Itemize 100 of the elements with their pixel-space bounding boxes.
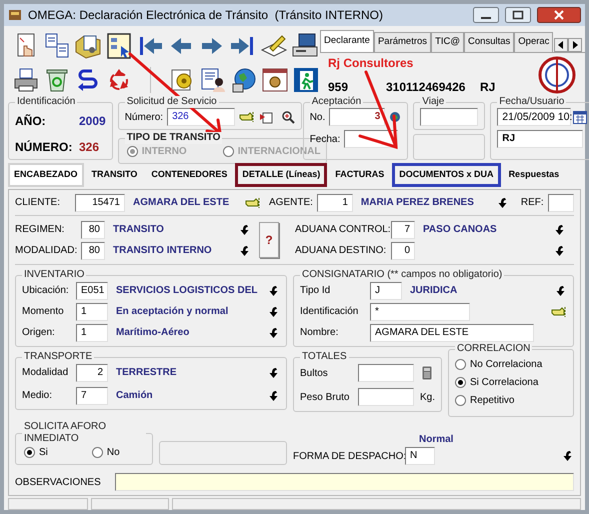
field-label: Origen: bbox=[22, 326, 56, 340]
down-arrow-icon[interactable] bbox=[268, 366, 280, 378]
tab[interactable]: Consultas bbox=[464, 32, 514, 52]
field-description: AGMARA DEL ESTE bbox=[133, 196, 230, 210]
group-title: CONSIGNATARIO (** campos no obligatorio) bbox=[300, 269, 504, 281]
radio-label: Si Correlaciona bbox=[470, 376, 538, 390]
input-field[interactable]: 80 bbox=[81, 242, 105, 260]
radio-button[interactable] bbox=[455, 359, 466, 370]
input-field[interactable]: * bbox=[370, 302, 470, 320]
calendar-icon[interactable] bbox=[573, 110, 588, 124]
input-field[interactable]: E051 bbox=[76, 282, 108, 300]
tab[interactable]: Respuestas bbox=[502, 163, 566, 187]
input-field[interactable]: N bbox=[405, 447, 435, 465]
minimize-button[interactable] bbox=[473, 7, 499, 23]
company-code: 959 bbox=[328, 78, 350, 96]
field-label: AGENTE: bbox=[269, 196, 313, 210]
scroll-right-button[interactable] bbox=[568, 38, 582, 52]
field-description: En aceptación y normal bbox=[116, 305, 230, 319]
field-description: MARIA PEREZ BRENES bbox=[360, 196, 475, 210]
input-field[interactable]: 2 bbox=[76, 364, 108, 382]
input-field[interactable]: 21/05/2009 10: bbox=[497, 108, 572, 126]
input-field[interactable] bbox=[358, 364, 414, 382]
input-field[interactable] bbox=[548, 194, 574, 212]
hand-pointer-icon[interactable] bbox=[239, 111, 256, 123]
input-field[interactable]: 1 bbox=[316, 194, 353, 212]
field-description: PASO CANOAS bbox=[423, 223, 498, 237]
hand-pointer-icon[interactable] bbox=[551, 306, 567, 318]
tab[interactable]: ENCABEZADO bbox=[8, 163, 84, 187]
globe-icon[interactable] bbox=[389, 111, 402, 123]
radio-button[interactable] bbox=[455, 377, 466, 388]
input-field[interactable]: 3 bbox=[329, 108, 386, 126]
radio-label: No Correlaciona bbox=[470, 358, 542, 372]
tab[interactable]: Parámetros bbox=[374, 32, 432, 52]
input-field[interactable]: 80 bbox=[81, 220, 105, 238]
tab[interactable]: DOCUMENTOS x DUA bbox=[392, 163, 501, 187]
down-arrow-icon[interactable] bbox=[555, 284, 567, 296]
field-label: Medio: bbox=[22, 389, 54, 403]
input-field[interactable]: 1 bbox=[76, 302, 108, 320]
document-arrow-icon[interactable] bbox=[259, 110, 274, 124]
field-description: SERVICIOS LOGISTICOS DEL bbox=[116, 284, 259, 298]
tab[interactable]: TRANSITO bbox=[86, 163, 144, 187]
input-field[interactable] bbox=[420, 108, 478, 126]
field-description: TRANSITO bbox=[113, 223, 165, 237]
tab[interactable]: Operac bbox=[514, 32, 554, 52]
group-title: Aceptación bbox=[310, 96, 364, 108]
tab[interactable]: DETALLE (Líneas) bbox=[235, 163, 328, 187]
exit-icon[interactable] bbox=[292, 66, 320, 94]
field-label: Peso Bruto bbox=[300, 390, 350, 404]
globe-icon[interactable] bbox=[230, 66, 258, 94]
down-arrow-icon[interactable] bbox=[554, 244, 566, 256]
down-arrow-icon[interactable] bbox=[239, 224, 251, 236]
tab[interactable]: Declarante bbox=[320, 30, 374, 52]
input-field[interactable]: 1 bbox=[76, 324, 108, 342]
company-name: Rj Consultores bbox=[328, 54, 414, 72]
scroll-left-button[interactable] bbox=[554, 38, 568, 52]
input-field[interactable]: 7 bbox=[391, 220, 415, 238]
radio-label: Si bbox=[39, 446, 48, 460]
input-field[interactable]: 326 bbox=[167, 108, 236, 126]
help-button[interactable]: ? bbox=[259, 222, 279, 258]
field-label: Fecha: bbox=[310, 132, 340, 146]
tab[interactable]: TIC@ bbox=[431, 32, 464, 52]
documents-icon[interactable] bbox=[43, 32, 71, 60]
input-field[interactable]: 7 bbox=[76, 386, 108, 404]
tab[interactable]: FACTURAS bbox=[329, 163, 390, 187]
document-person-icon[interactable] bbox=[199, 66, 227, 94]
hand-pointer-icon[interactable] bbox=[245, 196, 261, 208]
field-label: Modalidad bbox=[22, 366, 70, 380]
input-field[interactable]: RJ bbox=[497, 130, 584, 148]
form-cursor-icon[interactable] bbox=[105, 32, 133, 60]
input-field[interactable]: J bbox=[370, 282, 402, 300]
maximize-button[interactable] bbox=[505, 7, 531, 23]
close-button[interactable] bbox=[537, 7, 581, 23]
radio-label: INTERNO bbox=[142, 145, 187, 159]
down-arrow-icon[interactable] bbox=[562, 450, 574, 462]
zoom-icon[interactable] bbox=[281, 110, 296, 124]
input-field[interactable] bbox=[358, 388, 414, 406]
down-arrow-icon[interactable] bbox=[268, 306, 280, 318]
field-description: Camión bbox=[116, 389, 154, 403]
down-arrow-icon[interactable] bbox=[239, 244, 251, 256]
calculator-icon[interactable] bbox=[422, 366, 432, 380]
down-arrow-icon[interactable] bbox=[268, 284, 280, 296]
radio-button[interactable] bbox=[455, 395, 466, 406]
down-arrow-icon[interactable] bbox=[268, 390, 280, 402]
printer-icon[interactable] bbox=[12, 66, 40, 94]
year-value: 2009 bbox=[79, 113, 106, 130]
radio-button[interactable] bbox=[24, 447, 35, 458]
input-field[interactable]: 15471 bbox=[75, 194, 125, 212]
field-description: Marítimo-Aéreo bbox=[116, 326, 190, 340]
down-arrow-icon[interactable] bbox=[268, 326, 280, 338]
input-field[interactable]: AGMARA DEL ESTE bbox=[370, 324, 534, 342]
tab[interactable]: CONTENEDORES bbox=[145, 163, 234, 187]
input-field[interactable]: 0 bbox=[391, 242, 415, 260]
field-label: ADUANA DESTINO: bbox=[295, 244, 387, 258]
input-field[interactable] bbox=[115, 473, 574, 491]
down-arrow-icon[interactable] bbox=[554, 224, 566, 236]
field-description: JURIDICA bbox=[410, 284, 458, 298]
radio-button[interactable] bbox=[92, 447, 103, 458]
field-label: Nombre: bbox=[300, 326, 340, 340]
down-arrow-icon[interactable] bbox=[496, 196, 509, 208]
field-label: Ubicación: bbox=[22, 284, 70, 298]
